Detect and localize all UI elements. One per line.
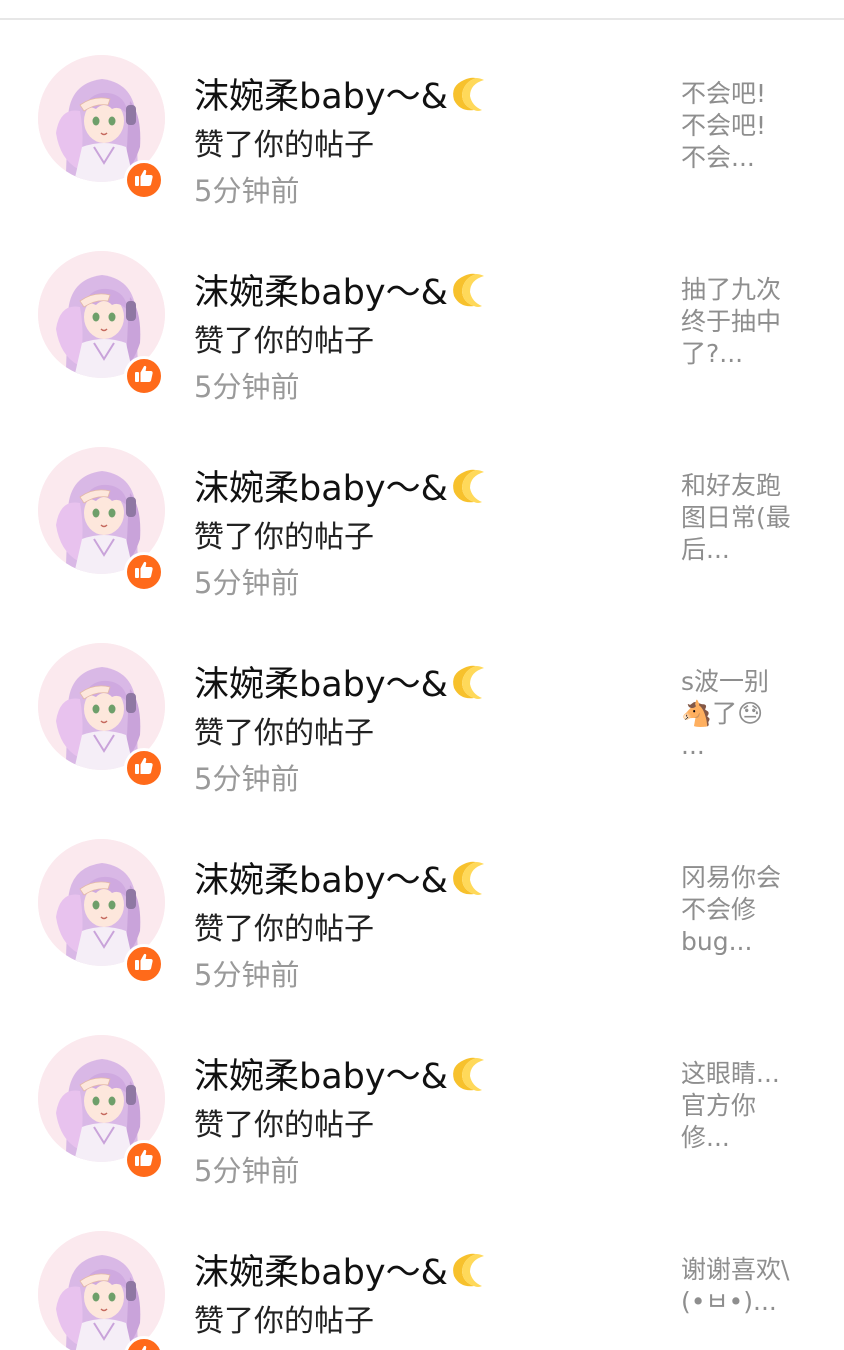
thumbs-up-icon (133, 951, 155, 977)
notification-item[interactable]: 沫婉柔baby～& 赞了你的帖子 5分钟前 和好友跑图日常(最后... (0, 412, 844, 608)
crescent-moon-icon (450, 270, 490, 310)
notification-item[interactable]: 沫婉柔baby～& 赞了你的帖子 5分钟前 不会吧! 不会吧! 不会... (0, 20, 844, 216)
timestamp: 5分钟前 (194, 958, 300, 992)
preview-line: s波一别 (681, 667, 770, 696)
username[interactable]: 沫婉柔baby～& (194, 264, 490, 315)
notification-item[interactable]: 沫婉柔baby～& 赞了你的帖子 5分钟前 冈易你会不会修 bug... (0, 804, 844, 1000)
preview-line: 官方你 (681, 1091, 757, 1120)
username[interactable]: 沫婉柔baby～& (194, 1244, 490, 1295)
preview-line: 冈易你会 (681, 863, 782, 892)
crescent-moon-icon (450, 1054, 490, 1094)
avatar[interactable] (38, 1231, 165, 1350)
notifications-page: 沫婉柔baby～& 赞了你的帖子 5分钟前 不会吧! 不会吧! 不会... 沫婉… (0, 0, 844, 1350)
preview-line: 了?... (681, 339, 744, 368)
username[interactable]: 沫婉柔baby～& (194, 656, 490, 707)
preview-line: 这眼睛... (681, 1059, 780, 1088)
post-preview[interactable]: s波一别 🐴了😓... (681, 666, 811, 762)
preview-line: 不会... (681, 143, 755, 172)
preview-line: 和好友跑 (681, 471, 782, 500)
action-text: 赞了你的帖子 (194, 716, 374, 751)
username-text: 沫婉柔baby～& (194, 273, 448, 313)
post-preview[interactable]: 抽了九次终于抽中了?... (681, 274, 811, 370)
timestamp: 5分钟前 (194, 1344, 299, 1350)
preview-line: 终于抽中 (681, 307, 782, 336)
timestamp: 5分钟前 (194, 762, 300, 796)
like-badge (124, 944, 164, 984)
action-text: 赞了你的帖子 (194, 1108, 374, 1143)
notification-item[interactable]: 沫婉柔baby～& 赞了你的帖子 5分钟前 抽了九次终于抽中了?... (0, 216, 844, 412)
crescent-moon-icon (450, 662, 490, 702)
preview-line: 抽了九次 (681, 275, 782, 304)
preview-line: (•ㅂ•)... (681, 1287, 777, 1316)
action-text: 赞了你的帖子 (194, 324, 374, 359)
like-badge (124, 552, 164, 592)
action-text: 赞了你的帖子 (194, 912, 374, 947)
username[interactable]: 沫婉柔baby～& (194, 1048, 490, 1099)
like-badge (124, 1140, 164, 1180)
notification-item[interactable]: 沫婉柔baby～& 赞了你的帖子 5分钟前 谢谢喜欢\ (•ㅂ•)... (0, 1196, 844, 1350)
preview-line: 图日常(最 (681, 503, 791, 532)
preview-line: 不会修 (681, 895, 757, 924)
post-preview[interactable]: 和好友跑图日常(最后... (681, 470, 811, 566)
preview-line: 🐴了😓 (681, 699, 764, 728)
post-preview[interactable]: 谢谢喜欢\ (•ㅂ•)... (681, 1254, 811, 1318)
timestamp: 5分钟前 (194, 566, 300, 600)
preview-line: 后... (681, 535, 730, 564)
username[interactable]: 沫婉柔baby～& (194, 68, 490, 119)
username-text: 沫婉柔baby～& (194, 1057, 448, 1097)
preview-line: 修... (681, 1123, 730, 1152)
username-text: 沫婉柔baby～& (194, 861, 448, 901)
like-badge (124, 748, 164, 788)
username-text: 沫婉柔baby～& (194, 77, 448, 117)
thumbs-up-icon (133, 559, 155, 585)
preview-line: 不会吧! (681, 79, 767, 108)
thumbs-up-icon (133, 755, 155, 781)
post-preview[interactable]: 不会吧! 不会吧! 不会... (681, 78, 811, 174)
preview-line: bug... (681, 927, 753, 956)
thumbs-up-icon (133, 1147, 155, 1173)
action-text: 赞了你的帖子 (194, 128, 374, 163)
crescent-moon-icon (450, 466, 490, 506)
username-text: 沫婉柔baby～& (194, 1253, 448, 1293)
like-badge (124, 356, 164, 396)
notification-item[interactable]: 沫婉柔baby～& 赞了你的帖子 5分钟前 这眼睛... 官方你修... (0, 1000, 844, 1196)
post-preview[interactable]: 这眼睛... 官方你修... (681, 1058, 811, 1154)
crescent-moon-icon (450, 1250, 490, 1290)
post-preview[interactable]: 冈易你会不会修 bug... (681, 862, 811, 958)
thumbs-up-icon (133, 167, 155, 193)
preview-line: 谢谢喜欢\ (681, 1255, 790, 1284)
like-badge (124, 160, 164, 200)
crescent-moon-icon (450, 858, 490, 898)
preview-line: 不会吧! (681, 111, 767, 140)
action-text: 赞了你的帖子 (194, 1304, 374, 1339)
username[interactable]: 沫婉柔baby～& (194, 460, 490, 511)
thumbs-up-icon (133, 1343, 155, 1350)
preview-line: ... (681, 731, 705, 760)
action-text: 赞了你的帖子 (194, 520, 374, 555)
thumbs-up-icon (133, 363, 155, 389)
crescent-moon-icon (450, 74, 490, 114)
timestamp: 5分钟前 (194, 370, 300, 404)
timestamp: 5分钟前 (194, 1154, 300, 1188)
username-text: 沫婉柔baby～& (194, 665, 448, 705)
timestamp: 5分钟前 (194, 174, 300, 208)
username-text: 沫婉柔baby～& (194, 469, 448, 509)
username[interactable]: 沫婉柔baby～& (194, 852, 490, 903)
notification-item[interactable]: 沫婉柔baby～& 赞了你的帖子 5分钟前 s波一别 🐴了😓... (0, 608, 844, 804)
